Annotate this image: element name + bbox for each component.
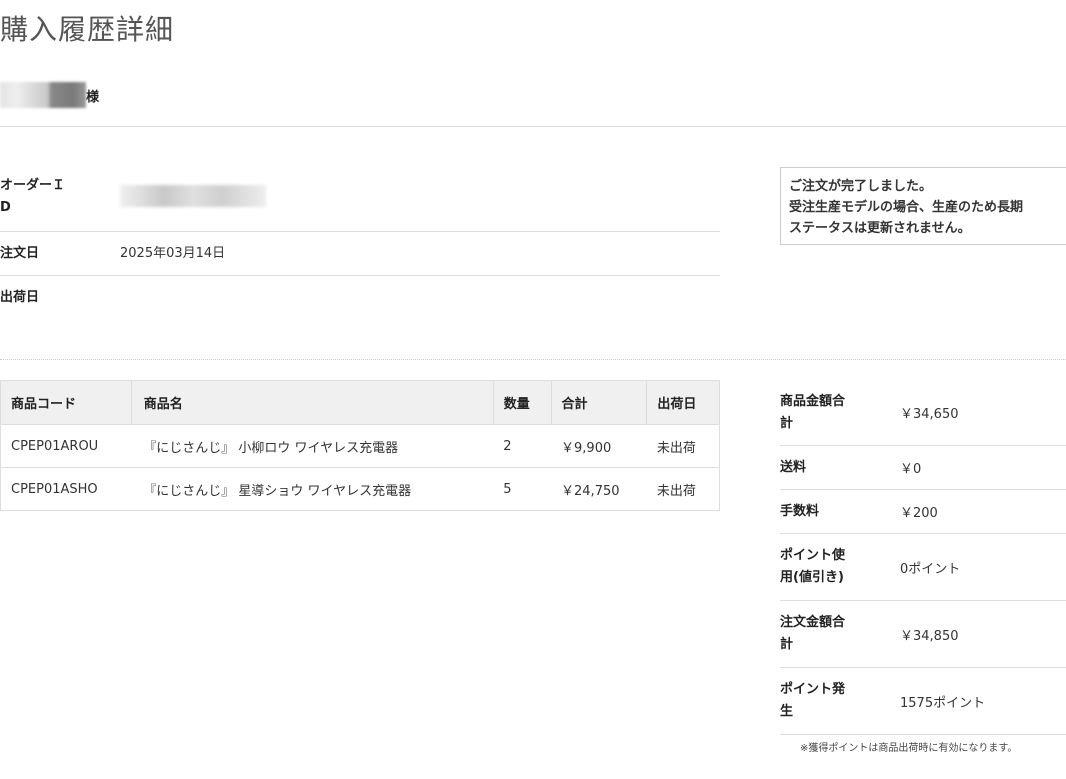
summary-value: ￥34,850 bbox=[900, 628, 959, 644]
price-summary: 商品金額合 計 ￥34,650 送料 ￥0 手数料 ￥200 ポイント使 用(値… bbox=[780, 380, 1066, 735]
summary-row-order-total: 注文金額合 計 ￥34,850 bbox=[780, 601, 1066, 668]
header-qty: 数量 bbox=[492, 380, 552, 425]
order-date-value: 2025年03月14日 bbox=[120, 245, 226, 261]
header-code: 商品コード bbox=[0, 380, 132, 425]
summary-row-shipping: 送料 ￥0 bbox=[780, 446, 1066, 490]
summary-row-subtotal: 商品金額合 計 ￥34,650 bbox=[780, 380, 1066, 446]
item-total: ￥24,750 bbox=[551, 467, 647, 511]
dotted-divider bbox=[0, 359, 1066, 360]
header-ship-date: 出荷日 bbox=[646, 380, 720, 425]
summary-label: 手数料 bbox=[780, 503, 820, 519]
points-footnote: ※獲得ポイントは商品出荷時に有効になります。 bbox=[800, 743, 1018, 754]
order-date-label: 注文日 bbox=[0, 245, 40, 261]
header-total: 合計 bbox=[550, 380, 648, 425]
order-date-row: 注文日 2025年03月14日 bbox=[0, 232, 720, 276]
customer-name: 様 bbox=[0, 78, 99, 112]
summary-value: 0ポイント bbox=[900, 561, 961, 577]
item-total: ￥9,900 bbox=[551, 424, 647, 468]
summary-value: 1575ポイント bbox=[900, 695, 986, 711]
summary-row-points-used: ポイント使 用(値引き) 0ポイント bbox=[780, 534, 1066, 601]
summary-value: ￥0 bbox=[900, 462, 922, 477]
page-title: 購入履歴詳細 bbox=[0, 13, 175, 46]
order-id-label-line2: D bbox=[0, 200, 11, 215]
redacted-order-id bbox=[120, 185, 266, 207]
honorific: 様 bbox=[86, 89, 100, 105]
item-code: CPEP01AROU bbox=[0, 424, 132, 468]
item-ship-status: 未出荷 bbox=[646, 467, 720, 511]
summary-row-fee: 手数料 ￥200 bbox=[780, 490, 1066, 534]
summary-label-line2: 生 bbox=[780, 704, 794, 719]
divider bbox=[0, 126, 1066, 127]
summary-label: 注文金額合 計 bbox=[780, 612, 900, 656]
order-id-row: オーダーＩ D bbox=[0, 165, 720, 232]
notice-line-2: 受注生産モデルの場合、生産のため長期 bbox=[789, 200, 1024, 215]
summary-value: ￥34,650 bbox=[900, 407, 959, 422]
table-row: CPEP01ASHO 『にじさんじ』 星導ショウ ワイヤレス充電器 5 ￥24,… bbox=[0, 467, 720, 511]
summary-label: ポイント使 用(値引き) bbox=[780, 545, 900, 589]
summary-label: ポイント発 生 bbox=[780, 679, 900, 723]
order-id-label-line1: オーダーＩ bbox=[0, 178, 66, 193]
summary-row-points-earned: ポイント発 生 1575ポイント bbox=[780, 668, 1066, 735]
summary-label-line1: 商品金額合 bbox=[780, 393, 846, 409]
summary-label-line2: 計 bbox=[780, 637, 794, 652]
summary-label: 送料 bbox=[780, 459, 807, 475]
summary-label-line2: 用(値引き) bbox=[780, 570, 844, 585]
order-notice: ご注文が完了しました。 受注生産モデルの場合、生産のため長期 ステータスは更新さ… bbox=[780, 167, 1066, 245]
item-qty: 5 bbox=[493, 467, 552, 511]
order-id-label: オーダーＩ D bbox=[0, 175, 120, 231]
item-name: 『にじさんじ』 星導ショウ ワイヤレス充電器 bbox=[131, 467, 494, 511]
summary-label: 商品金額合 計 bbox=[780, 391, 900, 435]
notice-line-1: ご注文が完了しました。 bbox=[789, 179, 933, 194]
notice-line-3: ステータスは更新されません。 bbox=[789, 221, 971, 236]
redacted-name bbox=[0, 82, 86, 108]
item-ship-status: 未出荷 bbox=[646, 424, 720, 468]
item-qty: 2 bbox=[493, 424, 552, 468]
order-info-table: オーダーＩ D 注文日 2025年03月14日 出荷日 bbox=[0, 165, 720, 320]
summary-label-line1: ポイント使 bbox=[780, 548, 846, 563]
summary-value: ￥200 bbox=[900, 506, 938, 521]
items-table: 商品コード 商品名 数量 合計 出荷日 CPEP01AROU 『にじさんじ』 小… bbox=[0, 380, 720, 511]
summary-label-line1: ポイント発 bbox=[780, 682, 846, 697]
item-name: 『にじさんじ』 小柳ロウ ワイヤレス充電器 bbox=[131, 424, 494, 468]
ship-date-label: 出荷日 bbox=[0, 290, 40, 305]
items-header-row: 商品コード 商品名 数量 合計 出荷日 bbox=[0, 380, 720, 425]
summary-label-line1: 注文金額合 bbox=[780, 615, 846, 630]
header-name: 商品名 bbox=[130, 380, 494, 425]
table-row: CPEP01AROU 『にじさんじ』 小柳ロウ ワイヤレス充電器 2 ￥9,90… bbox=[0, 424, 720, 468]
summary-label-line2: 計 bbox=[780, 415, 794, 431]
item-code: CPEP01ASHO bbox=[0, 467, 132, 511]
ship-date-row: 出荷日 bbox=[0, 276, 720, 320]
